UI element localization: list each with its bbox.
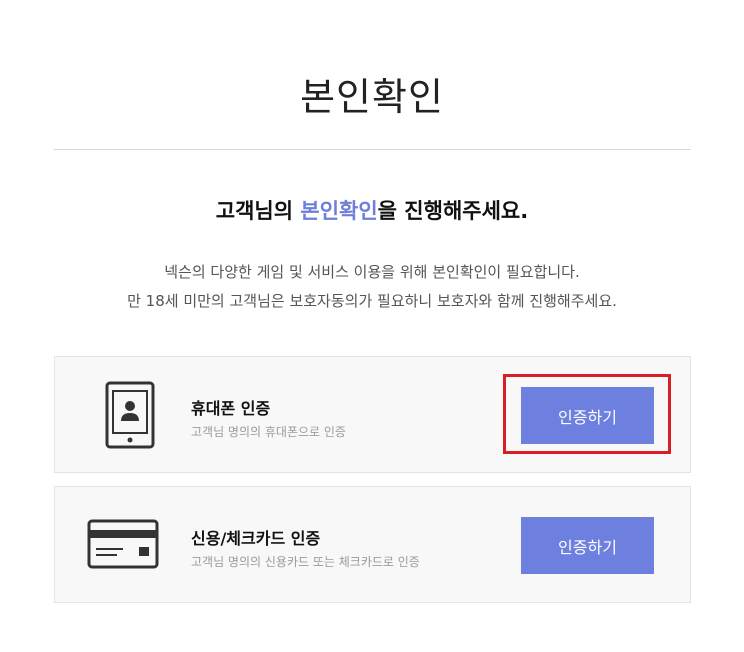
description-line-2: 만 18세 미만의 고객님은 보호자동의가 필요하니 보호자와 함께 진행해주세… xyxy=(127,292,617,310)
card-verification-card: 신용/체크카드 인증 고객님 명의의 신용카드 또는 체크카드로 인증 인증하기 xyxy=(54,486,691,603)
headline-suffix: 을 진행해주세요. xyxy=(377,199,529,223)
headline: 고객님의 본인확인을 진행해주세요. xyxy=(0,195,744,225)
headline-accent: 본인확인 xyxy=(300,199,378,223)
highlight-box xyxy=(503,374,671,454)
card-verify-button[interactable]: 인증하기 xyxy=(521,517,654,574)
page-title: 본인확인 xyxy=(300,75,444,119)
mobile-phone-icon xyxy=(105,381,155,453)
phone-verification-title: 휴대폰 인증 xyxy=(191,399,271,418)
title-divider xyxy=(54,149,691,150)
headline-prefix: 고객님의 xyxy=(215,199,301,223)
card-verification-subtitle: 고객님 명의의 신용카드 또는 체크카드로 인증 xyxy=(191,555,420,569)
phone-verification-subtitle: 고객님 명의의 휴대폰으로 인증 xyxy=(191,425,346,439)
card-verification-title: 신용/체크카드 인증 xyxy=(191,529,321,548)
credit-card-icon xyxy=(87,519,159,573)
description-line-1: 넥슨의 다양한 게임 및 서비스 이용을 위해 본인확인이 필요합니다. xyxy=(164,263,580,281)
description: 넥슨의 다양한 게임 및 서비스 이용을 위해 본인확인이 필요합니다. 만 1… xyxy=(0,258,744,316)
